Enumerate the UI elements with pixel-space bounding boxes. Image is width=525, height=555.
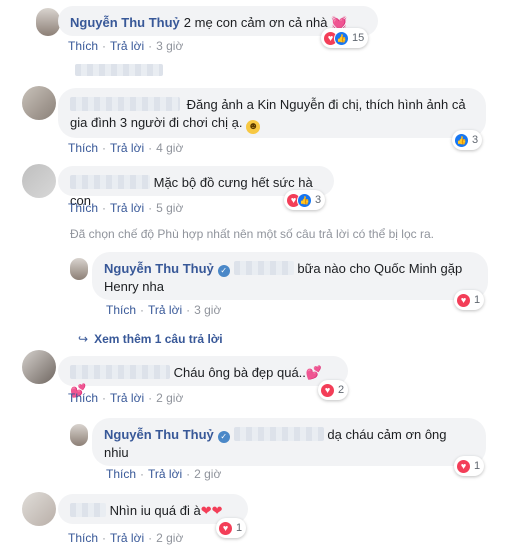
timestamp[interactable]: 3 giờ bbox=[156, 39, 183, 53]
reply-arrow-icon: ↪ bbox=[78, 332, 89, 346]
timestamp[interactable]: 2 giờ bbox=[156, 531, 183, 545]
filter-note: Đã chọn chế độ Phù hợp nhất nên một số c… bbox=[70, 227, 434, 241]
comment-actions: Thích · Trả lời · 4 giờ bbox=[68, 141, 184, 155]
hearts-emoji: ❤❤ bbox=[200, 503, 223, 518]
like-icon: 👍 bbox=[454, 132, 469, 148]
reaction-count[interactable]: ♥ 👍 15 bbox=[321, 28, 369, 48]
redacted-mention bbox=[233, 261, 294, 275]
like-link[interactable]: Thích bbox=[68, 391, 98, 405]
love-icon: ♥ bbox=[456, 458, 471, 474]
avatar[interactable] bbox=[22, 492, 56, 526]
avatar[interactable] bbox=[70, 424, 88, 446]
reply-bubble: Nguyễn Thu Thuỷ ✓ dạ cháu cảm ơn ông nhiu bbox=[92, 418, 486, 466]
avatar[interactable] bbox=[22, 350, 56, 384]
timestamp[interactable]: 3 giờ bbox=[194, 303, 221, 317]
like-link[interactable]: Thích bbox=[68, 39, 98, 53]
timestamp[interactable]: 2 giờ bbox=[156, 391, 183, 405]
reply-link[interactable]: Trả lời bbox=[110, 141, 144, 155]
view-more-replies[interactable]: ↪ Xem thêm 1 câu trả lời bbox=[78, 332, 223, 346]
avatar[interactable] bbox=[36, 8, 60, 36]
redacted-mention bbox=[233, 427, 324, 441]
reaction-count[interactable]: ♥ 1 bbox=[454, 290, 485, 310]
reply-link[interactable]: Trả lời bbox=[110, 531, 144, 545]
reaction-count[interactable]: ♥ 2 bbox=[318, 380, 349, 400]
avatar[interactable] bbox=[70, 258, 88, 280]
reply-link[interactable]: Trả lời bbox=[110, 201, 144, 215]
redacted-author bbox=[70, 175, 150, 189]
redacted-bar bbox=[75, 64, 163, 76]
comment-text: 2 mẹ con cảm ơn cả nhà bbox=[183, 15, 328, 30]
like-icon: 👍 bbox=[334, 30, 349, 46]
verified-icon: ✓ bbox=[217, 431, 230, 443]
like-link[interactable]: Thích bbox=[68, 201, 98, 215]
comment-bubble: Đăng ảnh a Kin Nguyễn đi chị, thích hình… bbox=[58, 88, 486, 138]
verified-icon: ✓ bbox=[217, 265, 230, 277]
comment-actions: Thích · Trả lời · 5 giờ bbox=[68, 201, 184, 215]
reply-author[interactable]: Nguyễn Thu Thuỷ bbox=[104, 427, 214, 442]
avatar[interactable] bbox=[22, 164, 56, 198]
comment-actions: Thích · Trả lời · 2 giờ bbox=[68, 391, 184, 405]
like-link[interactable]: Thích bbox=[68, 531, 98, 545]
like-link[interactable]: Thích bbox=[68, 141, 98, 155]
redacted-author bbox=[70, 503, 106, 517]
comment-text: Cháu ông bà đẹp quá.. bbox=[173, 365, 306, 380]
timestamp[interactable]: 5 giờ bbox=[156, 201, 183, 215]
comment-author[interactable]: Nguyễn Thu Thuỷ bbox=[70, 15, 180, 30]
comment-text: Nhìn iu quá đi à bbox=[109, 503, 201, 518]
like-icon: 👍 bbox=[297, 192, 312, 208]
reply-link[interactable]: Trả lời bbox=[110, 391, 144, 405]
timestamp[interactable]: 4 giờ bbox=[156, 141, 183, 155]
redacted-author bbox=[70, 97, 180, 111]
love-icon: ♥ bbox=[456, 292, 471, 308]
reaction-count[interactable]: ♥ 1 bbox=[454, 456, 485, 476]
smile-emoji: ☻ bbox=[246, 120, 261, 134]
love-icon: ♥ bbox=[218, 520, 233, 536]
like-link[interactable]: Thích bbox=[106, 303, 136, 317]
reaction-count[interactable]: ♥ 1 bbox=[216, 518, 247, 538]
reply-link[interactable]: Trả lời bbox=[148, 303, 182, 317]
timestamp[interactable]: 2 giờ bbox=[194, 467, 221, 481]
comment-actions: Thích · Trả lời · 3 giờ bbox=[68, 39, 184, 53]
redacted-author bbox=[70, 365, 170, 379]
reply-bubble: Nguyễn Thu Thuỷ ✓ bữa nào cho Quốc Minh g… bbox=[92, 252, 488, 300]
reply-actions: Thích · Trả lời · 2 giờ bbox=[106, 467, 222, 481]
like-link[interactable]: Thích bbox=[106, 467, 136, 481]
comment-actions: Thích · Trả lời · 2 giờ bbox=[68, 531, 184, 545]
reaction-count[interactable]: 👍 3 bbox=[452, 130, 483, 150]
reply-link[interactable]: Trả lời bbox=[110, 39, 144, 53]
reaction-count[interactable]: ♥ 👍 3 bbox=[284, 190, 326, 210]
love-icon: ♥ bbox=[320, 382, 335, 398]
avatar[interactable] bbox=[22, 86, 56, 120]
reply-link[interactable]: Trả lời bbox=[148, 467, 182, 481]
reply-author[interactable]: Nguyễn Thu Thuỷ bbox=[104, 261, 214, 276]
reply-actions: Thích · Trả lời · 3 giờ bbox=[106, 303, 222, 317]
comment-bubble: Cháu ông bà đẹp quá..💕💕 bbox=[58, 356, 348, 398]
